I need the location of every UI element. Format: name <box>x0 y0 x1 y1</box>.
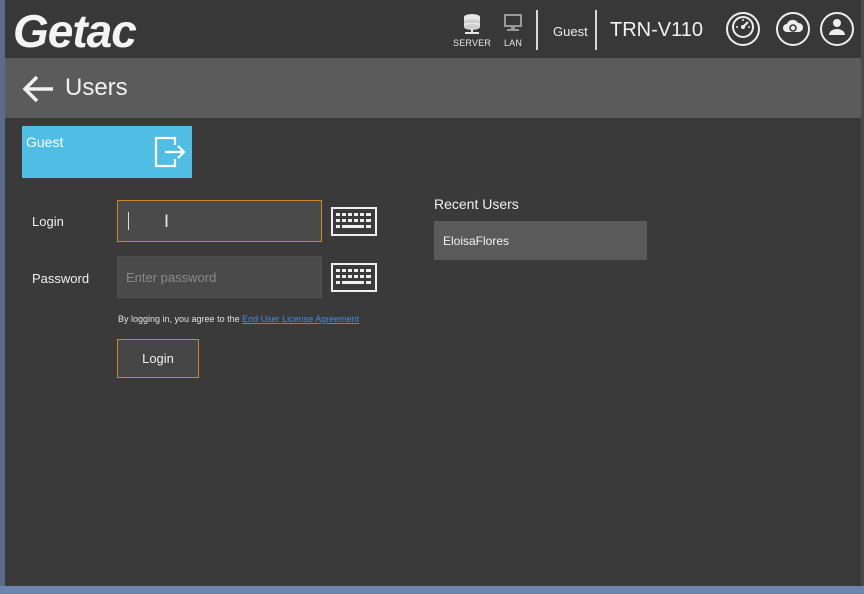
title-bar: Users <box>5 58 861 118</box>
password-label: Password <box>32 271 90 286</box>
current-user-label: Guest <box>553 24 588 39</box>
keyboard-icon <box>331 263 377 296</box>
cloud-sync-icon <box>781 15 805 44</box>
server-label: SERVER <box>453 38 492 48</box>
login-input[interactable]: I <box>117 200 322 242</box>
lan-status: LAN <box>502 12 524 48</box>
server-icon <box>461 12 483 36</box>
login-keyboard-button[interactable] <box>331 207 377 236</box>
user-profile-button[interactable] <box>820 12 854 46</box>
agreement-prefix: By logging in, you agree to the <box>118 314 243 324</box>
text-caret <box>128 212 129 230</box>
password-input[interactable]: Enter password <box>117 256 322 298</box>
page-title: Users <box>65 74 128 101</box>
recent-users-heading: Recent Users <box>434 196 519 212</box>
taskbar-strip <box>0 586 864 594</box>
server-status: SERVER <box>453 12 491 48</box>
device-name: TRN-V110 <box>610 19 703 41</box>
password-keyboard-button[interactable] <box>331 263 377 292</box>
agreement-text: By logging in, you agree to the End User… <box>118 314 359 324</box>
password-placeholder: Enter password <box>126 270 217 285</box>
header-divider <box>536 10 538 50</box>
guest-user-tile[interactable]: Guest <box>22 126 192 178</box>
user-icon <box>826 16 848 43</box>
recent-user-item[interactable]: EloisaFlores <box>434 221 647 260</box>
lan-label: LAN <box>503 38 523 48</box>
cloud-sync-button[interactable] <box>776 12 810 46</box>
logout-icon <box>153 135 187 174</box>
back-button[interactable] <box>21 74 55 104</box>
keyboard-icon <box>331 207 377 240</box>
guest-tile-label: Guest <box>26 134 64 150</box>
speedometer-icon <box>731 15 755 44</box>
login-label: Login <box>32 214 64 229</box>
eula-link[interactable]: End User License Agreement <box>242 314 359 324</box>
arrow-left-icon <box>21 75 55 108</box>
brand-logo: Getac <box>13 5 137 57</box>
top-bar: Getac SERVER LAN Guest TRN-V110 <box>5 0 861 58</box>
login-button[interactable]: Login <box>117 339 199 378</box>
header-divider <box>595 10 597 50</box>
ibeam-cursor-icon: I <box>164 212 170 232</box>
lan-icon <box>502 12 524 36</box>
speedometer-button[interactable] <box>726 12 760 46</box>
